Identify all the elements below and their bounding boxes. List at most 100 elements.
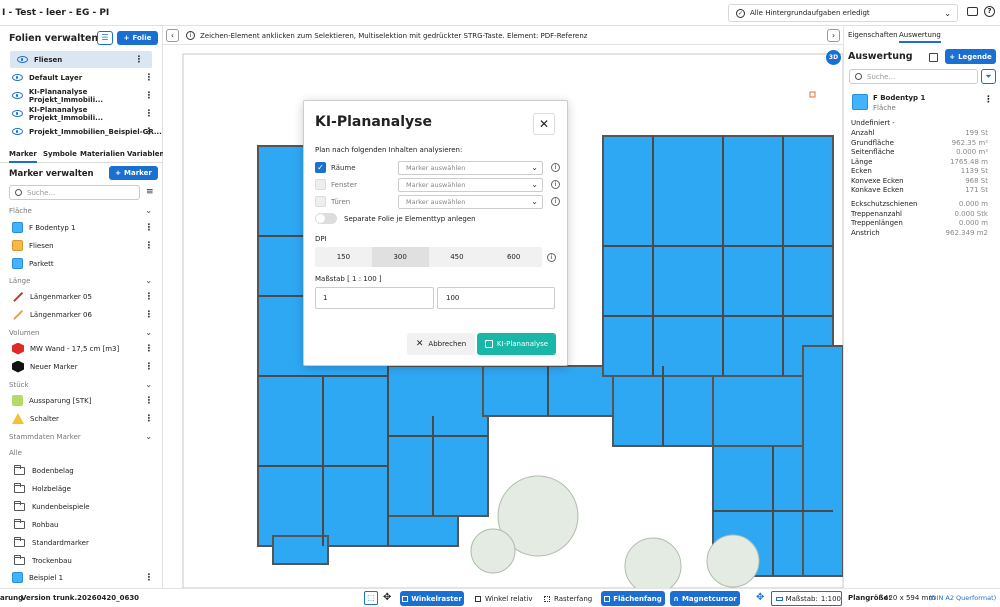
more-icon[interactable]: ⋮ xyxy=(144,395,154,407)
marker-item[interactable]: Beispiel 1 ⋮ xyxy=(0,569,162,586)
chevron-down-icon[interactable]: ⌄ xyxy=(145,206,152,215)
marker-select[interactable]: Marker auswählen ⌄ xyxy=(398,194,543,209)
layer-item[interactable]: Fliesen ⋮ xyxy=(10,51,152,68)
marker-select[interactable]: Marker auswählen ⌄ xyxy=(398,160,543,175)
dpi-option[interactable]: 450 xyxy=(429,247,486,267)
scale-input-a[interactable]: 1 xyxy=(315,287,434,309)
list-view-button[interactable]: ☰ xyxy=(97,31,113,45)
close-button[interactable]: ✕ xyxy=(533,113,555,135)
info-bar: ‹ i Zeichen-Element anklicken zum Selekt… xyxy=(163,27,843,45)
add-legend-button[interactable]: + Legende xyxy=(945,49,996,64)
tab-eigenschaften[interactable]: Eigenschaften xyxy=(848,31,898,39)
cancel-button[interactable]: ✕ Abbrechen xyxy=(407,333,475,355)
flaechenfang-button[interactable]: Flächenfang xyxy=(601,591,665,606)
winkelraster-button[interactable]: Winkelraster xyxy=(400,591,464,606)
marker-item[interactable]: Längenmarker 06 ⋮ xyxy=(0,306,162,323)
tab-symbole[interactable]: Symbole xyxy=(43,150,77,158)
marker-item[interactable]: Schalter ⋮ xyxy=(0,410,162,427)
layer-item[interactable]: Projekt_Immobilien_Beispiel-GR... ⋮ xyxy=(0,123,162,140)
add-folie-button[interactable]: + Folie xyxy=(117,31,158,45)
chevron-down-icon[interactable]: ⌄ xyxy=(145,276,152,285)
checkbox-checked[interactable]: ✓ xyxy=(315,162,326,173)
collapse-left-button[interactable]: ‹ xyxy=(166,29,179,42)
marker-item[interactable]: Neuer Marker ⋮ xyxy=(0,358,162,375)
sort-icon[interactable]: ≡ xyxy=(146,187,154,197)
chevron-down-icon[interactable]: ⌄ xyxy=(145,380,152,389)
more-icon[interactable]: ⋮ xyxy=(144,222,154,234)
info-icon[interactable]: i xyxy=(547,253,556,262)
checkbox[interactable] xyxy=(315,196,326,207)
info-icon[interactable]: i xyxy=(551,180,560,189)
folder-item[interactable]: Standardmarker xyxy=(0,534,162,551)
chat-icon[interactable] xyxy=(967,7,978,16)
more-icon[interactable]: ⋮ xyxy=(144,108,154,120)
dpi-option[interactable]: 600 xyxy=(485,247,542,267)
tab-materialien[interactable]: Materialien xyxy=(80,150,125,158)
folder-item[interactable]: Bodenbelag xyxy=(0,462,162,479)
help-icon[interactable]: ? xyxy=(984,6,995,17)
marker-card[interactable]: F Bodentyp 1 Fläche ⋮ xyxy=(849,91,995,115)
add-marker-button[interactable]: + Marker xyxy=(109,166,158,180)
collapse-right-button[interactable]: › xyxy=(827,29,840,42)
winkel-relativ-button[interactable]: Winkel relativ xyxy=(470,591,534,606)
move-icon[interactable]: ✥ xyxy=(383,592,391,603)
more-icon[interactable]: ⋮ xyxy=(984,95,993,105)
notification-button[interactable]: ✓ Alle Hintergrundaufgaben erledigt ⌄ xyxy=(728,4,958,22)
more-icon[interactable]: ⋮ xyxy=(144,72,154,84)
marker-search-input[interactable]: Suche... xyxy=(9,185,140,200)
more-icon[interactable]: ⋮ xyxy=(134,54,144,66)
tab-auswertung[interactable]: Auswertung xyxy=(899,31,941,43)
chevron-down-icon[interactable]: ⌄ xyxy=(145,432,152,441)
more-icon[interactable]: ⋮ xyxy=(144,572,154,584)
marker-item[interactable]: Parkett xyxy=(0,255,162,272)
marker-item[interactable]: Längenmarker 05 ⋮ xyxy=(0,288,162,305)
more-icon[interactable]: ⋮ xyxy=(144,343,154,355)
toggle-switch[interactable] xyxy=(315,213,337,224)
dpi-option-selected[interactable]: 300 xyxy=(371,247,429,267)
chevron-down-icon[interactable]: ⌄ xyxy=(145,328,152,337)
more-icon[interactable]: ⋮ xyxy=(144,361,154,373)
dpi-option[interactable]: 150 xyxy=(315,247,372,267)
stat-label: Ecken xyxy=(851,167,872,175)
filter-icon[interactable]: ⏷ xyxy=(981,69,996,84)
marker-item[interactable]: F Bodentyp 1 ⋮ xyxy=(0,219,162,236)
marker-item[interactable]: Fliesen ⋮ xyxy=(0,237,162,254)
move-icon[interactable]: ✥ xyxy=(756,592,764,603)
select-tool-button[interactable]: ⬚ xyxy=(364,591,378,605)
tab-marker[interactable]: Marker xyxy=(9,150,37,163)
rasterfang-button[interactable]: Rasterfang xyxy=(539,591,597,606)
scale-input-b[interactable]: 100 xyxy=(437,287,555,309)
info-icon[interactable]: i xyxy=(551,163,560,172)
tab-variablen[interactable]: Variablen xyxy=(127,150,164,158)
more-icon[interactable]: ⋮ xyxy=(144,90,154,102)
more-icon[interactable]: ⋮ xyxy=(144,240,154,252)
eye-icon[interactable] xyxy=(12,128,23,135)
marker-item[interactable]: Aussparung [STK] ⋮ xyxy=(0,392,162,409)
eye-icon[interactable] xyxy=(17,56,28,63)
submit-button[interactable]: KI-Plananalyse xyxy=(477,333,556,355)
checkbox[interactable] xyxy=(315,179,326,190)
layer-item[interactable]: KI-Plananalyse Projekt_Immobili... ⋮ xyxy=(0,87,162,104)
folder-item[interactable]: Rohbau xyxy=(0,516,162,533)
grid-icon[interactable] xyxy=(929,53,938,62)
folder-item[interactable]: Holzbeläge xyxy=(0,480,162,497)
info-icon[interactable]: i xyxy=(551,197,560,206)
marker-select[interactable]: Marker auswählen ⌄ xyxy=(398,177,543,192)
layer-item[interactable]: KI-Plananalyse Projekt_Immobili... ⋮ xyxy=(0,105,162,122)
more-icon[interactable]: ⋮ xyxy=(144,291,154,303)
more-icon[interactable]: ⋮ xyxy=(144,309,154,321)
more-icon[interactable]: ⋮ xyxy=(144,413,154,425)
marker-label: Längenmarker 06 xyxy=(30,310,92,319)
stat-label: Anstrich xyxy=(851,228,880,237)
layer-item[interactable]: Default Layer ⋮ xyxy=(0,69,162,86)
folder-item[interactable]: Kundenbeispiele xyxy=(0,498,162,515)
magnetcursor-button[interactable]: ∩ Magnetcursor xyxy=(670,591,740,606)
eye-icon[interactable] xyxy=(12,92,23,99)
eye-icon[interactable] xyxy=(12,110,23,117)
eye-icon[interactable] xyxy=(12,74,23,81)
folder-item[interactable]: Trockenbau xyxy=(0,552,162,569)
3d-button[interactable]: 3D xyxy=(826,50,841,65)
panel-search-input[interactable]: Suche... xyxy=(849,69,978,84)
more-icon[interactable]: ⋮ xyxy=(144,126,154,138)
marker-item[interactable]: MW Wand - 17,5 cm [m3] ⋮ xyxy=(0,340,162,357)
